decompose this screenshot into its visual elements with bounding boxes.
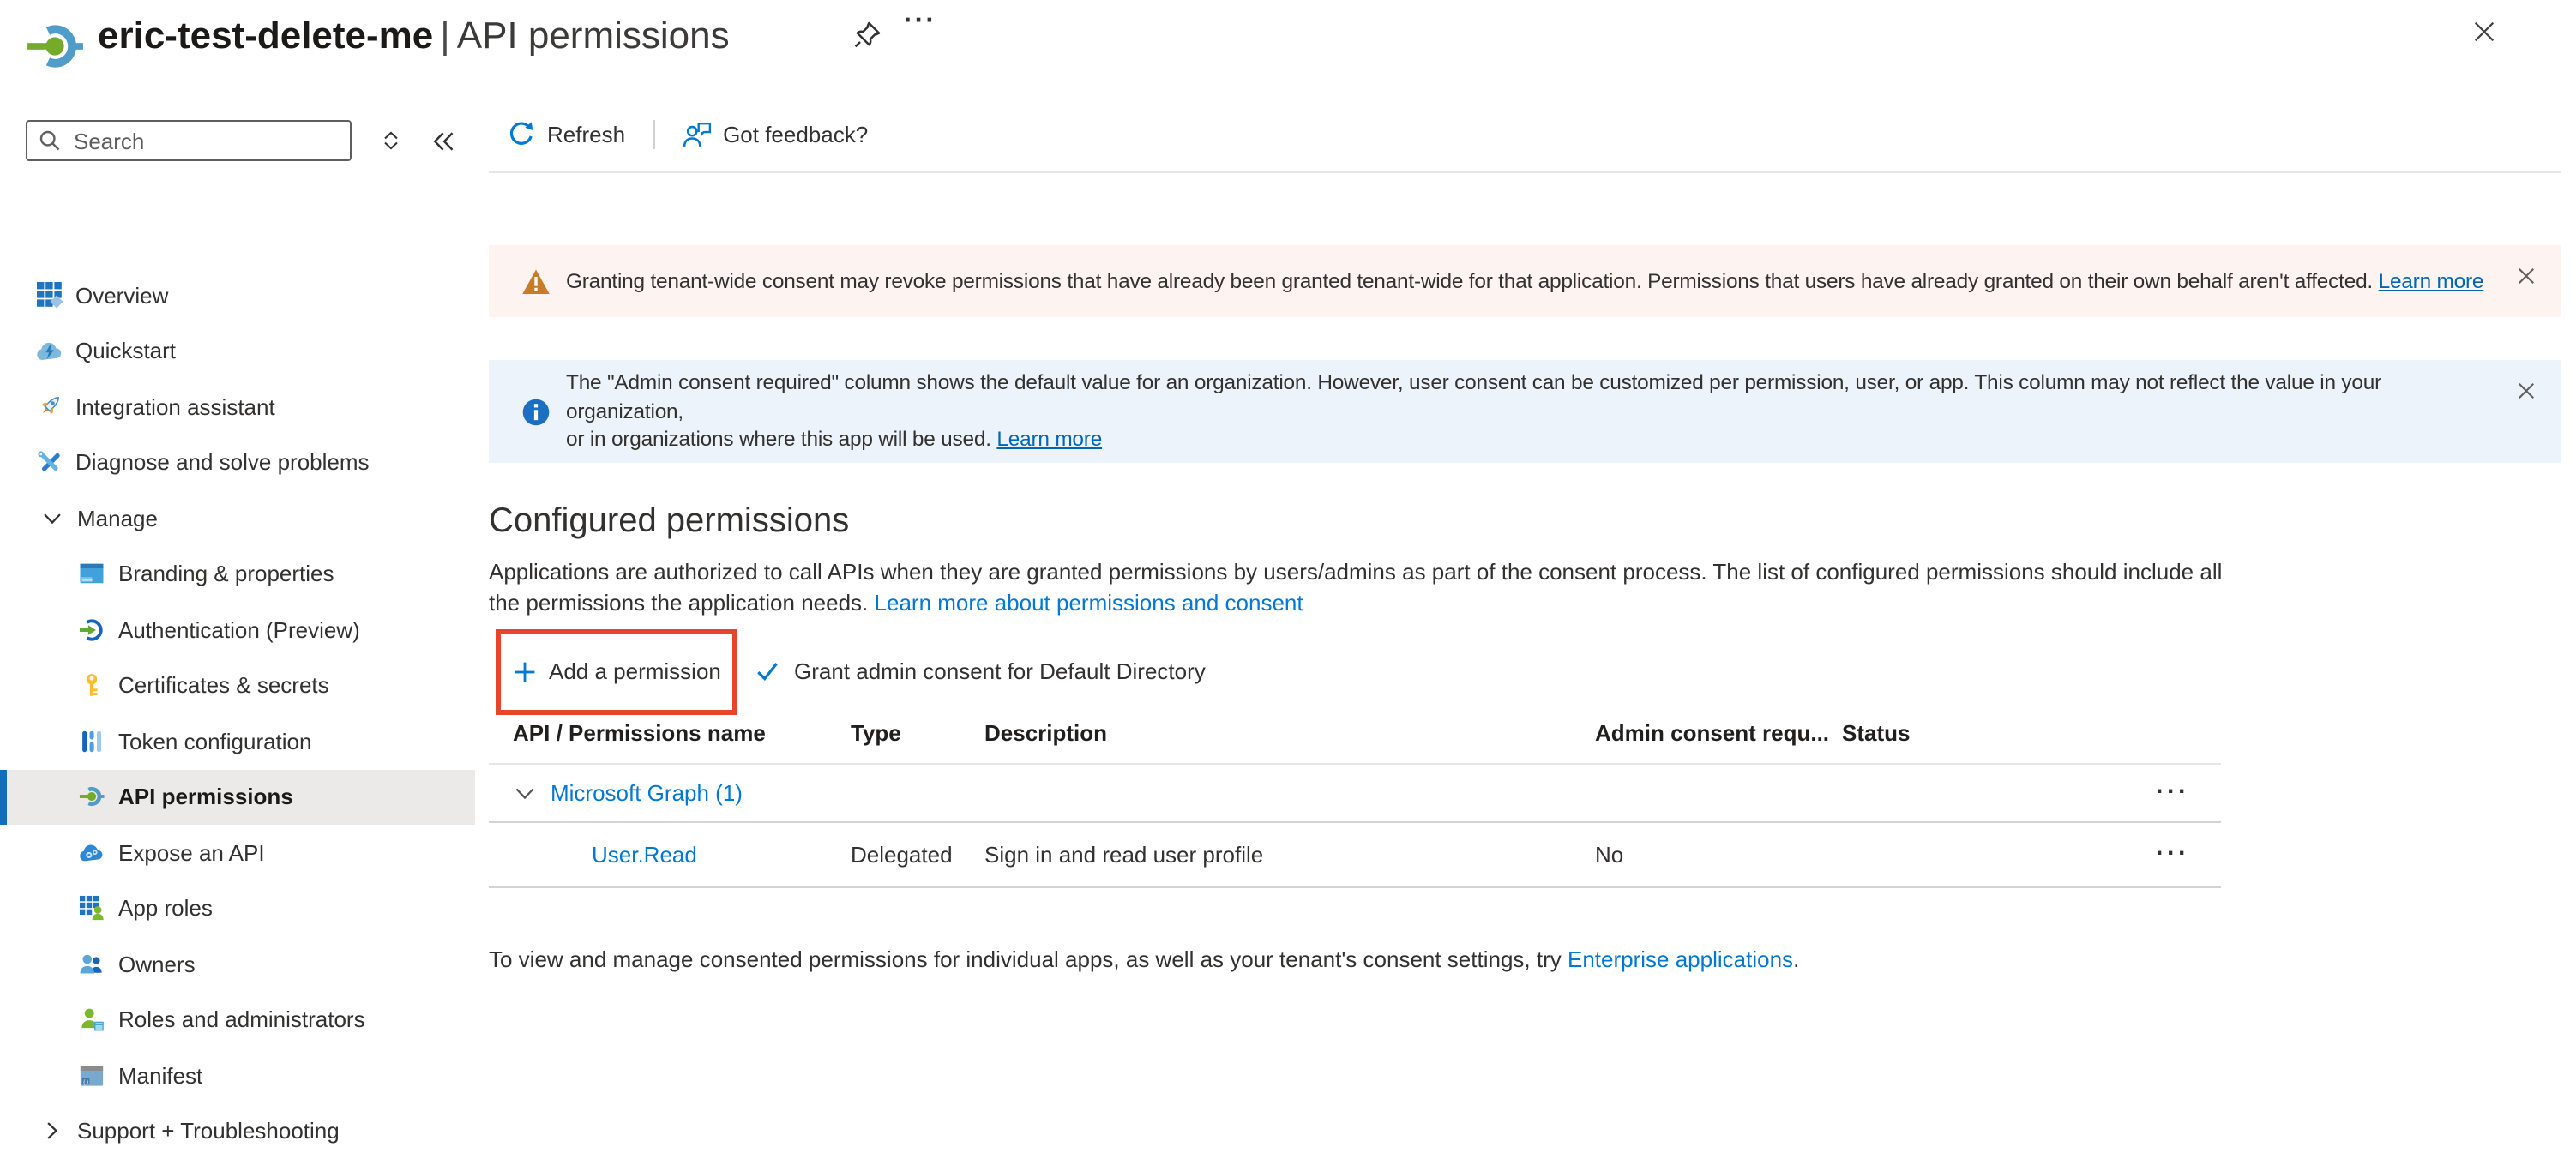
sliders-icon [79,729,106,754]
key-icon [79,673,106,699]
col-description: Description [984,720,1595,746]
svg-text:{ }: { } [83,1078,89,1084]
expand-group-icon[interactable] [513,781,537,805]
expand-collapse-all-icon[interactable] [379,129,403,153]
sidebar-item-expose-api[interactable]: Expose an API [0,825,475,880]
permission-description: Sign in and read user profile [984,842,1595,868]
grant-admin-consent-button[interactable]: Grant admin consent for Default Director… [755,658,1206,684]
quickstart-icon [36,338,63,365]
refresh-icon [508,120,535,147]
cloud-gears-icon [79,840,106,866]
feedback-button[interactable]: Got feedback? [682,119,868,148]
permission-type: Delegated [851,842,984,868]
overview-icon [36,282,63,309]
section-title: Configured permissions [489,502,849,542]
info-banner: The "Admin consent required" column show… [489,360,2561,463]
chevron-right-icon [41,1120,63,1143]
search-input[interactable] [70,126,350,155]
sidebar-item-certificates[interactable]: Certificates & secrets [0,658,475,713]
checkmark-icon [755,658,780,684]
sidebar-item-authentication[interactable]: Authentication (Preview) [0,602,475,658]
blade-header: eric-test-delete-me|API permissions ··· [0,0,2576,96]
footer-note: To view and manage consented permissions… [489,946,1799,972]
enterprise-applications-link[interactable]: Enterprise applications [1568,946,1793,972]
warning-close-icon[interactable] [2516,266,2537,286]
row-more-icon[interactable]: ··· [2156,838,2189,867]
plus-icon [513,659,537,683]
sidebar-item-owners[interactable]: Owners [0,936,475,992]
sidebar-group-support[interactable]: Support + Troubleshooting [0,1103,475,1159]
info-icon [521,397,551,426]
col-type: Type [851,720,984,746]
warning-icon [521,267,551,296]
warning-banner: Granting tenant-wide consent may revoke … [489,245,2561,317]
blade-name: API permissions [457,14,730,57]
api-permissions-blade: eric-test-delete-me|API permissions ··· [0,0,2576,1097]
command-divider [653,119,654,148]
section-description: Applications are authorized to call APIs… [489,557,2255,617]
sidebar-item-api-permissions[interactable]: API permissions [0,769,475,825]
sidebar-item-overview[interactable]: Overview [0,267,475,323]
sidebar-search[interactable] [26,120,352,161]
sidebar-item-token-configuration[interactable]: Token configuration [0,713,475,769]
more-commands-icon[interactable]: ··· [904,7,936,38]
info-text: The "Admin consent required" column show… [566,369,2561,454]
refresh-button[interactable]: Refresh [508,120,625,147]
col-admin-consent: Admin consent requ... [1595,720,1842,746]
api-permissions-icon [79,784,106,810]
api-permissions-app-icon [26,17,84,75]
sidebar-item-branding[interactable]: www Branding & properties [0,546,475,602]
auth-arrow-icon [79,617,106,643]
sidebar-item-manifest[interactable]: { } Manifest [0,1048,475,1103]
close-blade-icon[interactable] [2471,19,2497,45]
command-bar: Refresh Got feedback? [489,96,2561,173]
collapse-menu-icon[interactable] [430,128,456,153]
sidebar-item-diagnose[interactable]: Diagnose and solve problems [0,435,475,490]
sidebar-item-quickstart[interactable]: Quickstart [0,323,475,379]
feedback-icon [682,119,711,148]
permission-row: User.Read Delegated Sign in and read use… [489,823,2221,888]
chevron-down-icon [41,507,63,530]
microsoft-graph-link[interactable]: Microsoft Graph (1) [551,780,743,806]
sidebar-nav: Overview Quickstart [0,267,475,1159]
info-learn-more-link[interactable]: Learn more [996,428,1102,452]
svg-text:www: www [81,579,93,584]
sidebar-item-app-roles[interactable]: App roles [0,880,475,936]
blade-content: Refresh Got feedback? [489,96,2561,1097]
permissions-table: API / Permissions name Type Description … [489,703,2221,888]
group-more-icon[interactable]: ··· [2156,776,2189,805]
browser-window-icon: www [79,561,106,587]
add-permission-button[interactable]: Add a permission [513,658,721,684]
grid-person-icon [79,896,106,922]
sidebar-item-integration-assistant[interactable]: Integration assistant [0,379,475,435]
page-title: eric-test-delete-me|API permissions [98,14,730,58]
warning-text: Granting tenant-wide consent may revoke … [566,267,2542,296]
tools-icon [36,449,63,477]
permission-admin-consent: No [1595,842,1842,868]
rocket-icon [36,393,63,421]
sidebar-item-roles-administrators[interactable]: Roles and administrators [0,992,475,1048]
col-status: Status [1842,720,2221,746]
col-api-permissions-name: API / Permissions name [489,720,851,746]
manifest-icon: { } [79,1063,106,1089]
search-icon [38,129,62,153]
user-read-link[interactable]: User.Read [592,842,697,868]
app-name: eric-test-delete-me [98,14,433,57]
sidebar: Overview Quickstart [0,96,475,1097]
pin-icon[interactable] [852,19,883,50]
sidebar-group-manage[interactable]: Manage [0,490,475,546]
table-header-row: API / Permissions name Type Description … [489,703,2221,765]
people-icon [79,952,106,977]
permissions-consent-link[interactable]: Learn more about permissions and consent [875,589,1303,615]
info-close-icon[interactable] [2516,381,2537,401]
api-group-row: Microsoft Graph (1) ··· [489,765,2221,823]
person-cube-icon [79,1007,106,1033]
warning-learn-more-link[interactable]: Learn more [2379,269,2484,293]
